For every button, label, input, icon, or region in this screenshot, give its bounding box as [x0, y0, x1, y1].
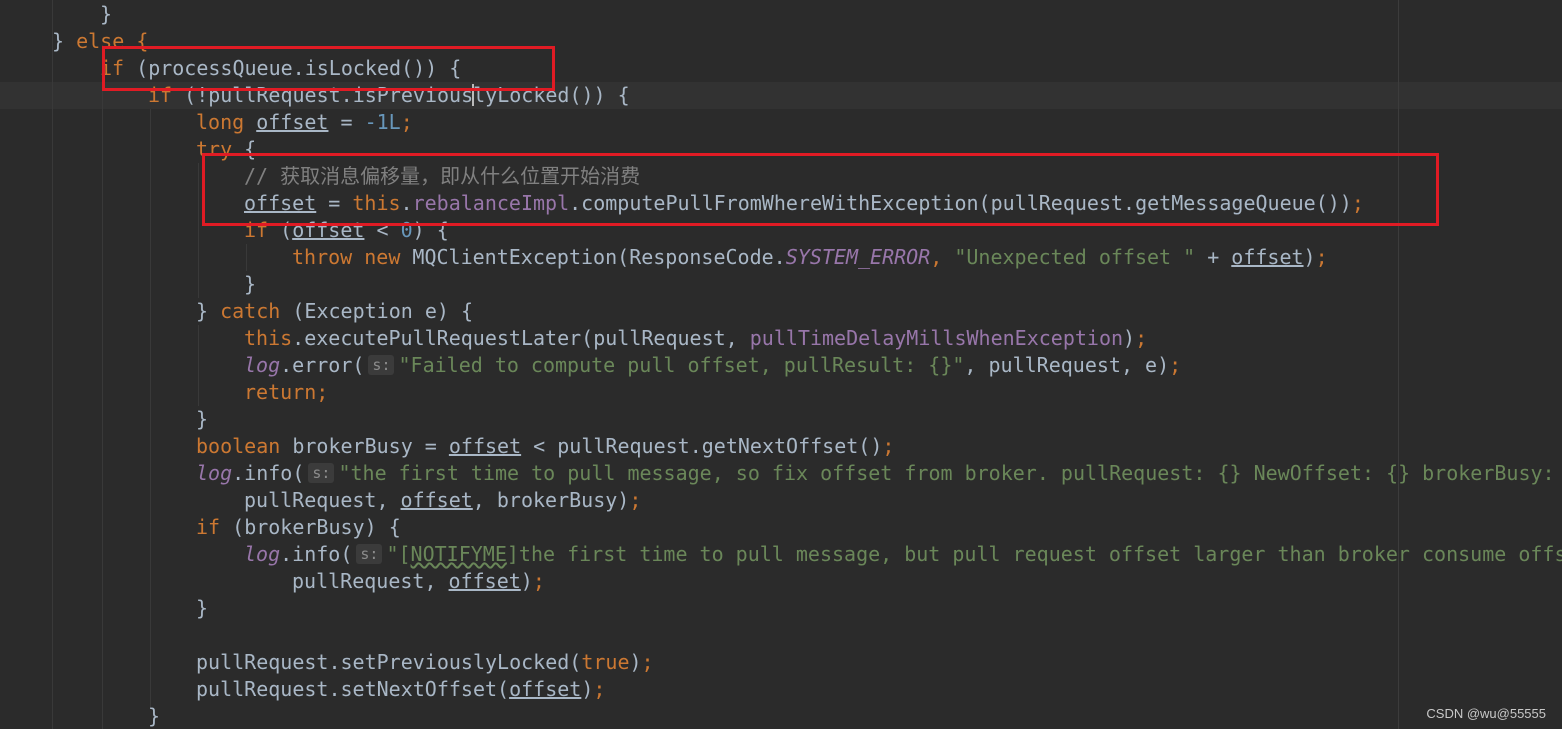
code-text: < pullRequest.getNextOffset — [521, 434, 859, 458]
code-line: pullRequest.setPreviouslyLocked(true); — [196, 650, 654, 674]
code-text: pullRequest, — [244, 488, 401, 512]
code-line: } — [244, 271, 256, 298]
keyword-new: new — [364, 245, 401, 269]
watermark: CSDN @wu@55555 — [1426, 706, 1546, 721]
parameter-hint: s: — [356, 544, 383, 564]
keyword-return: return — [244, 380, 317, 404]
semicolon: ; — [316, 380, 329, 404]
keyword-type: long — [196, 110, 245, 134]
class-name: ResponseCode. — [629, 245, 786, 269]
annotation-box-islocked — [102, 46, 555, 91]
brace: } — [244, 272, 257, 296]
code-text: brokerBusy = — [280, 434, 449, 458]
code-area[interactable]: } } else { if (processQueue.isLocked()) … — [0, 0, 1562, 729]
annotation-box-compute-offset — [202, 153, 1439, 226]
code-line: return; — [244, 379, 328, 406]
semicolon: ; — [532, 569, 545, 593]
code-text: , brokerBusy — [472, 488, 618, 512]
log-field: log — [244, 353, 281, 377]
keyword-this: this — [244, 326, 293, 350]
code-text: brokerBusy — [244, 515, 365, 539]
code-line: } catch (Exception e) { — [196, 299, 473, 323]
code-line: } — [196, 406, 208, 433]
variable-offset: offset — [1231, 245, 1304, 269]
semicolon: ; — [1315, 245, 1328, 269]
semicolon: ; — [641, 650, 654, 674]
number-literal: -1L — [364, 110, 401, 134]
parameter-hint: s: — [368, 355, 395, 375]
keyword-catch: catch — [220, 299, 281, 323]
variable-offset: offset — [448, 569, 521, 593]
brace: } — [52, 29, 65, 53]
code-text: , pullRequest, e — [964, 353, 1158, 377]
code-text: Exception e — [304, 299, 437, 323]
brace: { — [460, 299, 473, 323]
semicolon: ; — [1169, 353, 1182, 377]
method-call: .info — [280, 542, 341, 566]
brace: } — [196, 596, 209, 620]
field-name: pullTimeDelayMillsWhenException — [749, 326, 1124, 350]
code-line: log.info(s: "[NOTIFYME]the first time to … — [244, 541, 1562, 568]
code-line: throw new MQClientException(ResponseCode… — [292, 245, 1328, 269]
parameter-hint: s: — [308, 463, 335, 483]
comma: , — [930, 245, 955, 269]
brace: } — [148, 704, 161, 728]
code-line: long offset = -1L; — [196, 109, 413, 136]
keyword-throw: throw — [292, 245, 353, 269]
code-line: log.error(s: "Failed to compute pull offs… — [244, 353, 1182, 377]
code-text: pullRequest, — [593, 326, 750, 350]
method-call: .executePullRequestLater — [292, 326, 582, 350]
brace: } — [196, 407, 209, 431]
method-call: .error — [280, 353, 353, 377]
string-literal: "Failed to compute pull offset, pullResu… — [398, 353, 965, 377]
string-literal: "[ — [386, 542, 411, 566]
code-line: } — [148, 703, 160, 729]
keyword-type: boolean — [196, 434, 281, 458]
string-literal: ]the first time to pull message, but pul… — [506, 542, 1562, 566]
code-line: pullRequest, offset, brokerBusy); — [244, 488, 642, 512]
semicolon: ; — [1135, 326, 1148, 350]
operator: + — [1195, 245, 1232, 269]
semicolon: ; — [593, 677, 606, 701]
typo-word: NOTIFYME — [410, 542, 507, 566]
keyword-true: true — [581, 650, 630, 674]
code-line: } — [100, 1, 112, 28]
class-name: MQClientException — [400, 245, 618, 269]
brace: { — [617, 83, 630, 107]
code-text: pullRequest, — [292, 569, 449, 593]
code-line: boolean brokerBusy = offset < pullReques… — [196, 434, 895, 458]
brace: } — [100, 2, 113, 26]
code-line: this.executePullRequestLater(pullRequest… — [244, 326, 1148, 350]
log-field: log — [196, 461, 233, 485]
semicolon: ; — [882, 434, 895, 458]
code-line: pullRequest, offset); — [292, 569, 545, 593]
code-text: pullRequest.setPreviouslyLocked — [196, 650, 570, 674]
variable-offset: offset — [256, 110, 329, 134]
code-line: log.info(s: "the first time to pull messa… — [196, 460, 1562, 487]
variable-offset: offset — [400, 488, 473, 512]
code-line: if (brokerBusy) { — [196, 515, 401, 539]
string-literal: "Unexpected offset " — [954, 245, 1196, 269]
semicolon: ; — [400, 110, 413, 134]
keyword-if: if — [196, 515, 221, 539]
code-editor[interactable]: } } else { if (processQueue.isLocked()) … — [0, 0, 1562, 729]
log-field: log — [244, 542, 281, 566]
variable-offset: offset — [509, 677, 582, 701]
code-text: pullRequest.setNextOffset — [196, 677, 498, 701]
constant-name: SYSTEM_ERROR — [785, 245, 931, 269]
method-call: .info — [232, 461, 293, 485]
code-line: pullRequest.setNextOffset(offset); — [196, 677, 606, 701]
brace: } — [196, 299, 209, 323]
semicolon: ; — [629, 488, 642, 512]
brace: { — [388, 515, 401, 539]
code-line: } — [196, 595, 208, 622]
operator: = — [328, 110, 365, 134]
string-literal: "the first time to pull message, so fix … — [338, 461, 1562, 485]
variable-offset: offset — [448, 434, 522, 458]
